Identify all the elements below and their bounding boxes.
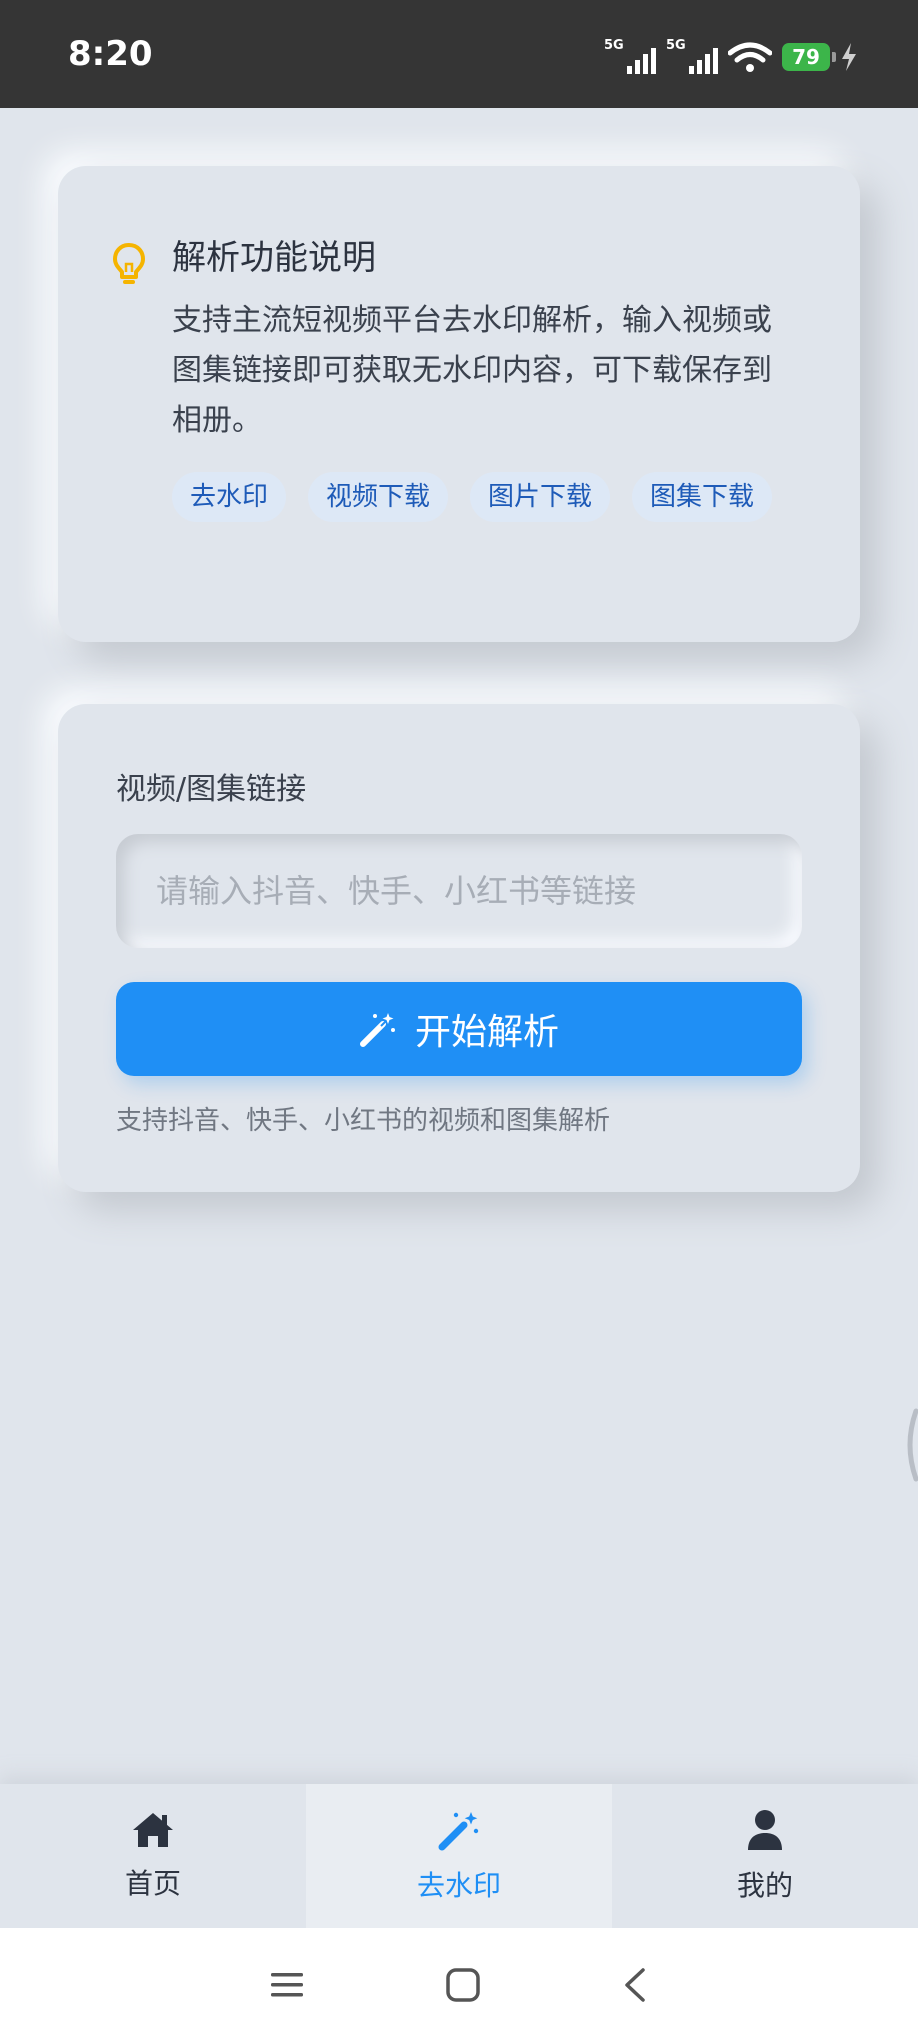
user-icon <box>748 1810 782 1850</box>
start-parse-label: 开始解析 <box>414 1012 559 1053</box>
magic-wand-icon <box>359 1013 395 1047</box>
parse-form-card: 视频/图集链接 开始解析 支持抖音、快手、小红书的视频和图集解析 <box>58 704 860 1192</box>
home-square-icon[interactable] <box>445 1967 481 2003</box>
info-card: 解析功能说明 支持主流短视频平台去水印解析，输入视频或图集链接即可获取无水印内容… <box>58 166 860 642</box>
bottom-tabbar: 首页 去水印 我的 <box>0 1784 918 1928</box>
tag-video-download: 视频下载 <box>308 472 449 522</box>
home-icon <box>133 1813 173 1847</box>
feature-tags: 去水印 视频下载 图片下载 图集下载 <box>172 472 812 522</box>
back-icon[interactable] <box>621 1967 649 2003</box>
info-title: 解析功能说明 <box>172 238 376 278</box>
tag-image-download: 图片下载 <box>470 472 611 522</box>
tab-mine-label: 我的 <box>736 1869 793 1902</box>
menu-icon[interactable] <box>269 1969 305 2001</box>
charging-bolt-icon <box>842 43 856 71</box>
link-input[interactable] <box>116 834 802 948</box>
signal-label: 5G <box>666 38 686 53</box>
tab-home[interactable]: 首页 <box>0 1784 306 1928</box>
system-navigation-bar <box>0 1928 918 2041</box>
status-icons: 5G 5G 79 <box>604 38 858 74</box>
supported-platforms-hint: 支持抖音、快手、小红书的视频和图集解析 <box>116 1106 611 1136</box>
tab-home-label: 首页 <box>124 1867 181 1900</box>
start-parse-button[interactable]: 开始解析 <box>116 982 802 1076</box>
tag-remove-watermark: 去水印 <box>172 472 287 522</box>
tag-gallery-download: 图集下载 <box>632 472 773 522</box>
tab-mine[interactable]: 我的 <box>612 1784 918 1928</box>
status-bar: 8:20 5G 5G 79 <box>0 0 918 108</box>
tab-remove-watermark-label: 去水印 <box>416 1869 501 1902</box>
signal-label: 5G <box>604 38 624 53</box>
cellular-signal-icon: 5G <box>604 38 656 74</box>
tab-remove-watermark[interactable]: 去水印 <box>306 1784 612 1928</box>
cellular-signal-icon: 5G <box>666 38 718 74</box>
battery-icon: 79 <box>782 43 836 71</box>
status-time: 8:20 <box>68 34 153 74</box>
lightbulb-icon <box>113 243 145 284</box>
edge-swipe-handle[interactable] <box>902 1408 918 1482</box>
wifi-icon <box>728 42 772 72</box>
link-input-label: 视频/图集链接 <box>116 772 307 807</box>
info-description: 支持主流短视频平台去水印解析，输入视频或图集链接即可获取无水印内容，可下载保存到… <box>172 303 772 438</box>
magic-wand-icon <box>438 1812 479 1851</box>
